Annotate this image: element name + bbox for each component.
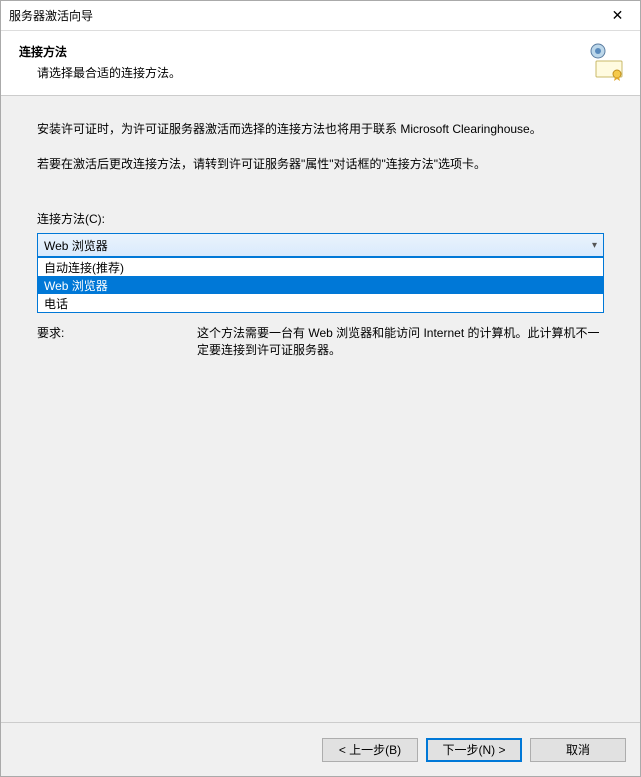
requirements-text: 这个方法需要一台有 Web 浏览器和能访问 Internet 的计算机。此计算机… [197, 324, 604, 358]
intro-text-2: 若要在激活后更改连接方法，请转到许可证服务器"属性"对话框的"连接方法"选项卡。 [37, 155, 604, 172]
intro-text-1: 安装许可证时，为许可证服务器激活而选择的连接方法也将用于联系 Microsoft… [37, 120, 604, 137]
connection-method-dropdown: 自动连接(推荐) Web 浏览器 电话 [37, 257, 604, 313]
page-subtitle: 请选择最合适的连接方法。 [37, 64, 578, 81]
window-title: 服务器激活向导 [9, 7, 595, 24]
requirements-label: 要求: [37, 324, 197, 358]
cancel-button[interactable]: 取消 [530, 738, 626, 762]
combo-option-auto[interactable]: 自动连接(推荐) [38, 258, 603, 276]
titlebar: 服务器激活向导 ✕ [1, 1, 640, 31]
wizard-header: 连接方法 请选择最合适的连接方法。 [1, 31, 640, 96]
wizard-footer: < 上一步(B) 下一步(N) > 取消 [1, 722, 640, 776]
chevron-down-icon: ▾ [592, 240, 597, 251]
wizard-body: 安装许可证时，为许可证服务器激活而选择的连接方法也将用于联系 Microsoft… [1, 96, 640, 722]
back-button[interactable]: < 上一步(B) [322, 738, 418, 762]
combo-option-phone[interactable]: 电话 [38, 294, 603, 312]
close-icon[interactable]: ✕ [595, 1, 640, 30]
certificate-icon [586, 41, 626, 81]
connection-method-label: 连接方法(C): [37, 210, 604, 227]
combo-selected-value: Web 浏览器 [44, 237, 108, 254]
next-button[interactable]: 下一步(N) > [426, 738, 522, 762]
connection-method-combo[interactable]: Web 浏览器 ▾ [37, 233, 604, 257]
combo-option-web[interactable]: Web 浏览器 [38, 276, 603, 294]
page-title: 连接方法 [19, 43, 578, 60]
